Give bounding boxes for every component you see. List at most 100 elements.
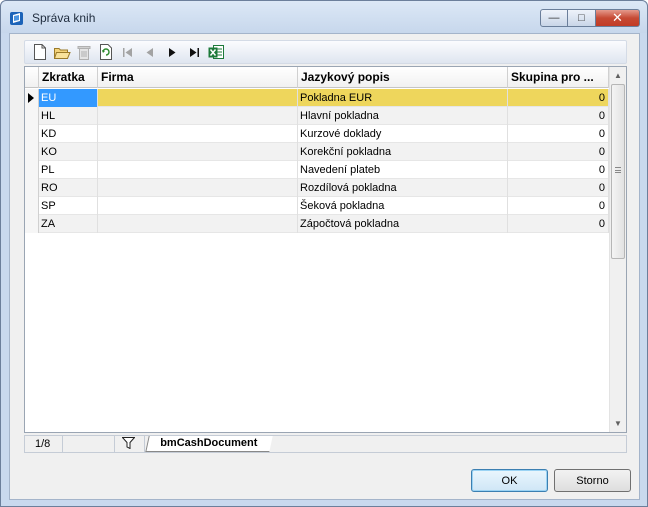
cell-company[interactable]: [98, 161, 298, 179]
status-spacer: [63, 436, 115, 452]
grip-icon: [615, 167, 621, 173]
cell-description[interactable]: Zápočtová pokladna: [298, 215, 508, 233]
table-row[interactable]: KO Korekční pokladna 0: [25, 143, 609, 161]
cell-description[interactable]: Korekční pokladna: [298, 143, 508, 161]
next-record-icon: [169, 47, 176, 57]
table-row[interactable]: HL Hlavní pokladna 0: [25, 107, 609, 125]
column-header-code[interactable]: Zkratka: [39, 67, 98, 88]
last-record-button[interactable]: [183, 42, 205, 62]
cell-company[interactable]: [98, 179, 298, 197]
cell-code[interactable]: PL: [39, 161, 98, 179]
minimize-button[interactable]: —: [540, 9, 568, 27]
filter-button[interactable]: [115, 436, 145, 452]
previous-record-icon: [146, 47, 153, 57]
books-grid[interactable]: Zkratka Firma Jazykový popis Skupina pro…: [24, 66, 627, 433]
refresh-button[interactable]: [95, 42, 117, 62]
maximize-icon: □: [578, 12, 585, 24]
cell-code[interactable]: KD: [39, 125, 98, 143]
cell-company[interactable]: [98, 215, 298, 233]
cell-group[interactable]: 0: [508, 107, 609, 125]
row-indicator: [25, 215, 39, 233]
column-header-group[interactable]: Skupina pro ...: [508, 67, 609, 88]
cell-description[interactable]: Hlavní pokladna: [298, 107, 508, 125]
grid-header: Zkratka Firma Jazykový popis Skupina pro…: [25, 67, 609, 88]
row-indicator: [25, 197, 39, 215]
cell-group[interactable]: 0: [508, 143, 609, 161]
cell-code[interactable]: RO: [39, 179, 98, 197]
excel-export-button[interactable]: [205, 42, 227, 62]
open-button[interactable]: [51, 42, 73, 62]
cell-code[interactable]: ZA: [39, 215, 98, 233]
cell-group[interactable]: 0: [508, 125, 609, 143]
first-record-button[interactable]: [117, 42, 139, 62]
cell-code[interactable]: SP: [39, 197, 98, 215]
new-icon: [34, 44, 46, 60]
cell-company[interactable]: [98, 107, 298, 125]
cell-code[interactable]: EU: [39, 89, 98, 107]
table-row[interactable]: ZA Zápočtová pokladna 0: [25, 215, 609, 233]
cancel-button[interactable]: Storno: [554, 469, 631, 492]
grid-body: EU Pokladna EUR 0 HL Hlavní pokladna 0 K…: [25, 89, 609, 233]
cell-description[interactable]: Navedení plateb: [298, 161, 508, 179]
cell-code[interactable]: HL: [39, 107, 98, 125]
cell-description[interactable]: Kurzové doklady: [298, 125, 508, 143]
app-icon: [9, 10, 25, 26]
scroll-thumb[interactable]: [611, 84, 625, 259]
cell-company[interactable]: [98, 143, 298, 161]
column-header-company[interactable]: Firma: [98, 67, 298, 88]
refresh-icon: [100, 44, 112, 60]
title-bar[interactable]: Správa knih — □ ✕: [1, 1, 647, 33]
scroll-down-icon[interactable]: ▼: [610, 415, 626, 432]
cell-company[interactable]: [98, 125, 298, 143]
next-record-button[interactable]: [161, 42, 183, 62]
cell-group[interactable]: 0: [508, 179, 609, 197]
delete-button[interactable]: [73, 42, 95, 62]
cell-description[interactable]: Šeková pokladna: [298, 197, 508, 215]
cell-group[interactable]: 0: [508, 161, 609, 179]
tab-label: bmCashDocument: [160, 437, 258, 449]
minimize-icon: —: [548, 12, 560, 24]
first-record-icon: [123, 47, 132, 57]
row-indicator: [25, 143, 39, 161]
table-row[interactable]: EU Pokladna EUR 0: [25, 89, 609, 107]
tab-bmcashdocument[interactable]: bmCashDocument: [145, 436, 273, 452]
previous-record-button[interactable]: [139, 42, 161, 62]
cell-company[interactable]: [98, 197, 298, 215]
record-position: 1/8: [25, 436, 63, 452]
dialog-client-area: Zkratka Firma Jazykový popis Skupina pro…: [9, 33, 640, 500]
window-title: Správa knih: [32, 11, 96, 25]
last-record-icon: [190, 47, 199, 57]
cell-company[interactable]: [98, 89, 298, 107]
vertical-scrollbar[interactable]: ▲ ▼: [609, 67, 626, 432]
row-indicator: [25, 107, 39, 125]
table-row[interactable]: PL Navedení plateb 0: [25, 161, 609, 179]
ok-button[interactable]: OK: [471, 469, 548, 492]
table-row[interactable]: SP Šeková pokladna 0: [25, 197, 609, 215]
cell-group[interactable]: 0: [508, 197, 609, 215]
filter-icon: [121, 437, 136, 450]
close-icon: ✕: [612, 10, 623, 25]
scroll-up-icon[interactable]: ▲: [610, 67, 626, 84]
column-header-description[interactable]: Jazykový popis: [298, 67, 508, 88]
status-bar: 1/8 bmCashDocument: [24, 435, 627, 453]
cell-group[interactable]: 0: [508, 215, 609, 233]
table-row[interactable]: KD Kurzové doklady 0: [25, 125, 609, 143]
row-indicator: [25, 161, 39, 179]
cell-description[interactable]: Rozdílová pokladna: [298, 179, 508, 197]
maximize-button[interactable]: □: [568, 9, 596, 27]
cell-description[interactable]: Pokladna EUR: [298, 89, 508, 107]
cell-code[interactable]: KO: [39, 143, 98, 161]
cell-group[interactable]: 0: [508, 89, 609, 107]
delete-icon: [77, 45, 91, 60]
book-management-window: Správa knih — □ ✕ Zkratka Firma Jazykový…: [0, 0, 648, 507]
row-indicator: [25, 89, 39, 107]
row-indicator: [25, 125, 39, 143]
window-controls: — □ ✕: [540, 9, 640, 27]
open-folder-icon: [53, 47, 71, 59]
new-button[interactable]: [29, 42, 51, 62]
excel-export-icon: [208, 45, 224, 59]
toolbar: [24, 40, 627, 64]
table-row[interactable]: RO Rozdílová pokladna 0: [25, 179, 609, 197]
close-button[interactable]: ✕: [596, 9, 640, 27]
current-row-arrow-icon: [28, 93, 34, 103]
